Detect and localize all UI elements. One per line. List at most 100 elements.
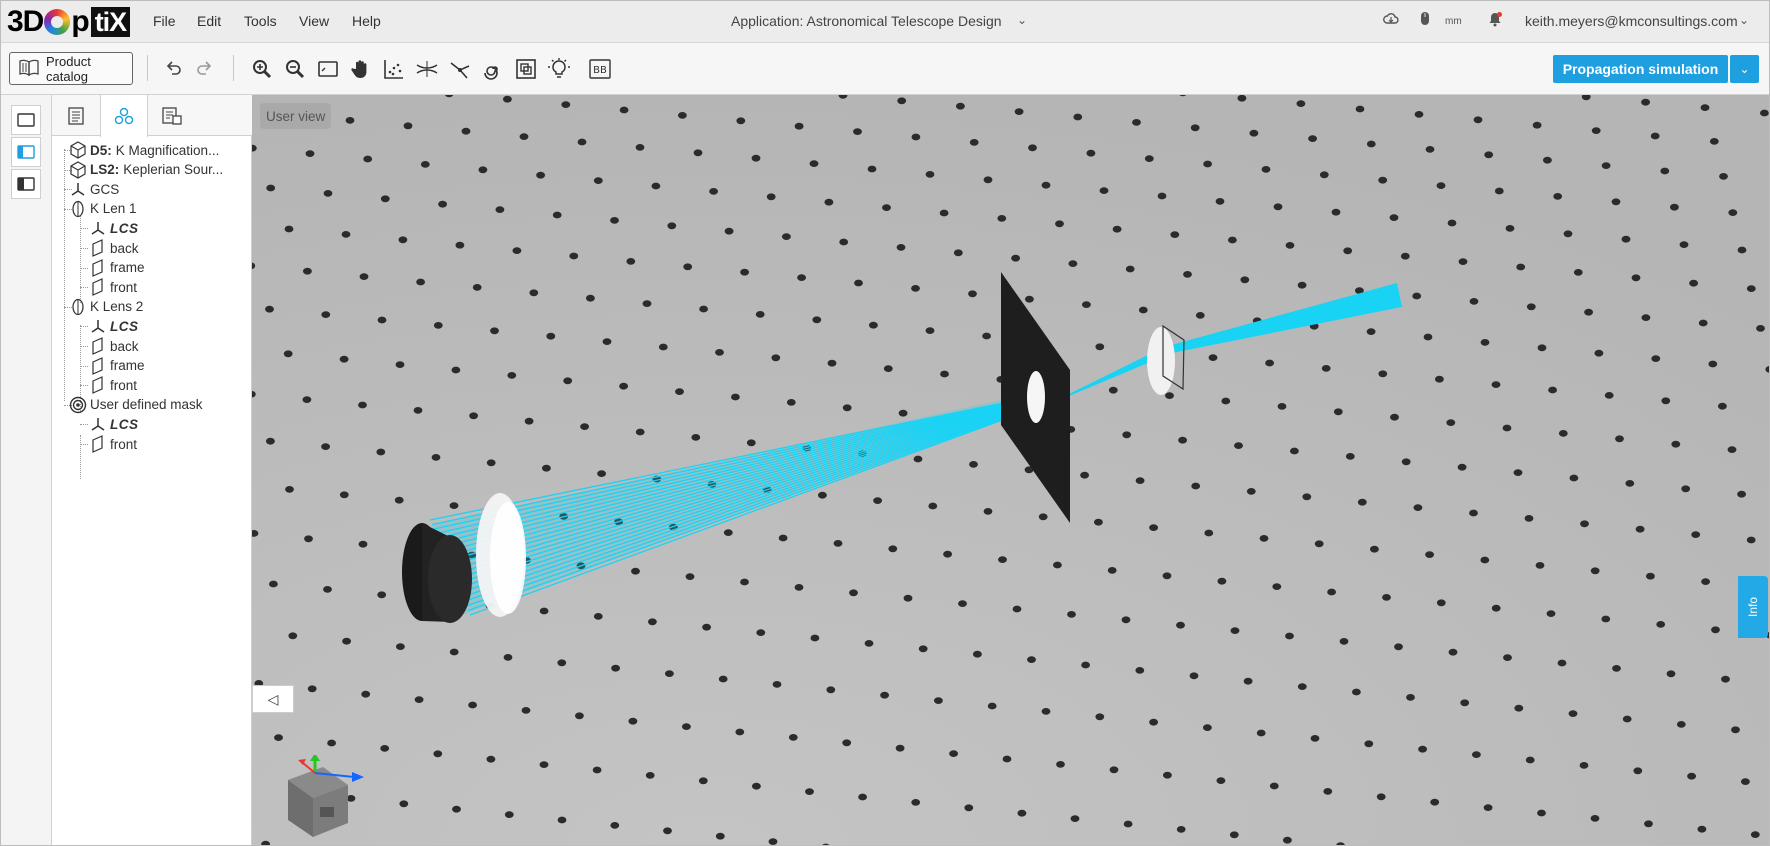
- group-button[interactable]: [512, 55, 540, 83]
- 3d-viewport[interactable]: User view Info ◁: [252, 95, 1770, 846]
- breadboard-hole: [1579, 762, 1589, 769]
- cloud-icon[interactable]: [1383, 11, 1399, 30]
- zoom-out-button[interactable]: [281, 55, 309, 83]
- tab-document[interactable]: [52, 95, 100, 136]
- breadboard-hole: [1195, 312, 1205, 319]
- breadboard-hole: [575, 712, 584, 720]
- breadboard-hole: [1558, 430, 1568, 437]
- breadboard-hole: [321, 311, 331, 318]
- breadboard-hole: [746, 439, 756, 447]
- ray-tools-button[interactable]: [413, 55, 441, 83]
- breadboard-hole: [949, 750, 958, 757]
- propagation-options-chevron-icon[interactable]: ⌄: [1730, 55, 1759, 83]
- breadboard-hole: [1457, 463, 1467, 471]
- tab-objects[interactable]: [100, 95, 148, 137]
- menu-file[interactable]: File: [153, 13, 176, 29]
- breadboard-hole: [1068, 260, 1078, 267]
- zoom-in-button[interactable]: [248, 55, 276, 83]
- breadboard-hole: [752, 782, 761, 790]
- propagation-simulation-button[interactable]: Propagation simulation: [1553, 55, 1728, 83]
- breadboard-hole: [380, 195, 390, 203]
- breadboard-hole: [1731, 726, 1740, 734]
- breadboard-hole: [1308, 135, 1317, 142]
- product-catalog-button[interactable]: Product catalog: [9, 52, 133, 85]
- breadboard-hole: [1138, 306, 1148, 314]
- menu-help[interactable]: Help: [352, 13, 381, 29]
- breadboard-hole: [934, 697, 943, 704]
- chevron-down-icon[interactable]: ⌄: [1017, 13, 1027, 27]
- breadboard-hole: [1689, 279, 1698, 287]
- breadboard-hole: [1378, 370, 1388, 378]
- tree-item-label: front: [110, 279, 138, 295]
- measure-button[interactable]: [380, 55, 408, 83]
- spiral-button[interactable]: [479, 55, 507, 83]
- breadboard-hole: [810, 634, 820, 642]
- user-menu-chevron-icon[interactable]: ⌄: [1739, 13, 1749, 27]
- breadboard-hole: [839, 238, 849, 246]
- breadboard-hole: [1670, 203, 1679, 211]
- breadboard-hole: [715, 832, 725, 840]
- user-email[interactable]: keith.meyers@kmconsultings.com: [1525, 13, 1738, 29]
- undo-button[interactable]: [159, 55, 187, 83]
- light-source-button[interactable]: [545, 55, 573, 83]
- info-tab[interactable]: Info: [1738, 576, 1768, 638]
- mouse-icon[interactable]: [1419, 11, 1431, 30]
- breadboard-hole: [1537, 809, 1546, 817]
- breadboard-hole: [1203, 160, 1212, 168]
- notification-bell-icon[interactable]: [1487, 11, 1503, 30]
- redo-button[interactable]: [191, 55, 219, 83]
- pan-button[interactable]: [347, 55, 375, 83]
- fit-view-button[interactable]: [314, 55, 342, 83]
- breadboard-hole: [903, 594, 913, 602]
- breadboard-hole: [1557, 659, 1567, 667]
- rays-icon: [416, 61, 438, 77]
- breadboard-hole: [786, 399, 796, 406]
- menu-tools[interactable]: Tools: [244, 13, 277, 29]
- breadboard-hole: [1135, 477, 1145, 484]
- breadboard-hole: [1283, 836, 1292, 844]
- scatter-button[interactable]: [446, 55, 474, 83]
- breadboard-hole: [1514, 704, 1524, 712]
- menu-edit[interactable]: Edit: [197, 13, 221, 29]
- breadboard-hole: [586, 294, 595, 302]
- breadboard-hole: [490, 327, 499, 335]
- breadboard-hole: [925, 327, 935, 334]
- breadboard-hole: [698, 777, 708, 785]
- breadboard-hole: [283, 350, 293, 358]
- user-view-label[interactable]: User view: [260, 103, 332, 129]
- breadboard-hole: [842, 739, 852, 747]
- breadboard-hole: [266, 184, 276, 192]
- breadboard-hole: [1125, 265, 1135, 273]
- breadboard-hole: [1107, 567, 1117, 574]
- breadboard-hole: [602, 338, 612, 345]
- application-title[interactable]: Application: Astronomical Telescope Desi…: [731, 13, 1002, 29]
- breadboard-hole: [433, 322, 443, 329]
- breadboard-hole: [1144, 155, 1154, 162]
- layout-single-button[interactable]: [11, 105, 41, 135]
- menu-view[interactable]: View: [299, 13, 329, 29]
- breadboard-hole: [880, 691, 889, 699]
- breadboard-hole: [358, 401, 367, 409]
- orientation-cube[interactable]: [268, 755, 368, 845]
- breadboard-hole: [420, 161, 430, 168]
- bounding-box-button[interactable]: BB: [586, 55, 614, 83]
- layout-split-button[interactable]: [11, 169, 41, 199]
- toolbar: Product catalog BB Propagation simulatio…: [1, 43, 1769, 95]
- objects-icon: [114, 107, 134, 125]
- layout-left-panel-button[interactable]: [11, 137, 41, 167]
- breadboard-hole: [345, 117, 355, 124]
- redo-icon: [197, 61, 212, 75]
- tab-properties[interactable]: [148, 95, 196, 136]
- breadboard-hole: [1208, 354, 1218, 361]
- breadboard-hole: [265, 305, 274, 313]
- collapse-panel-button[interactable]: ◁: [252, 685, 294, 713]
- unit-label[interactable]: mm: [1445, 16, 1462, 27]
- breadboard-hole: [1333, 408, 1343, 416]
- scene-canvas[interactable]: [252, 95, 1770, 846]
- toolbar-divider: [147, 55, 148, 81]
- breadboard-hole: [702, 623, 711, 631]
- tree-item[interactable]: front: [88, 433, 137, 455]
- breadboard-hole: [1261, 166, 1271, 173]
- breadboard-hole: [1366, 140, 1376, 148]
- breadboard-hole: [658, 343, 668, 351]
